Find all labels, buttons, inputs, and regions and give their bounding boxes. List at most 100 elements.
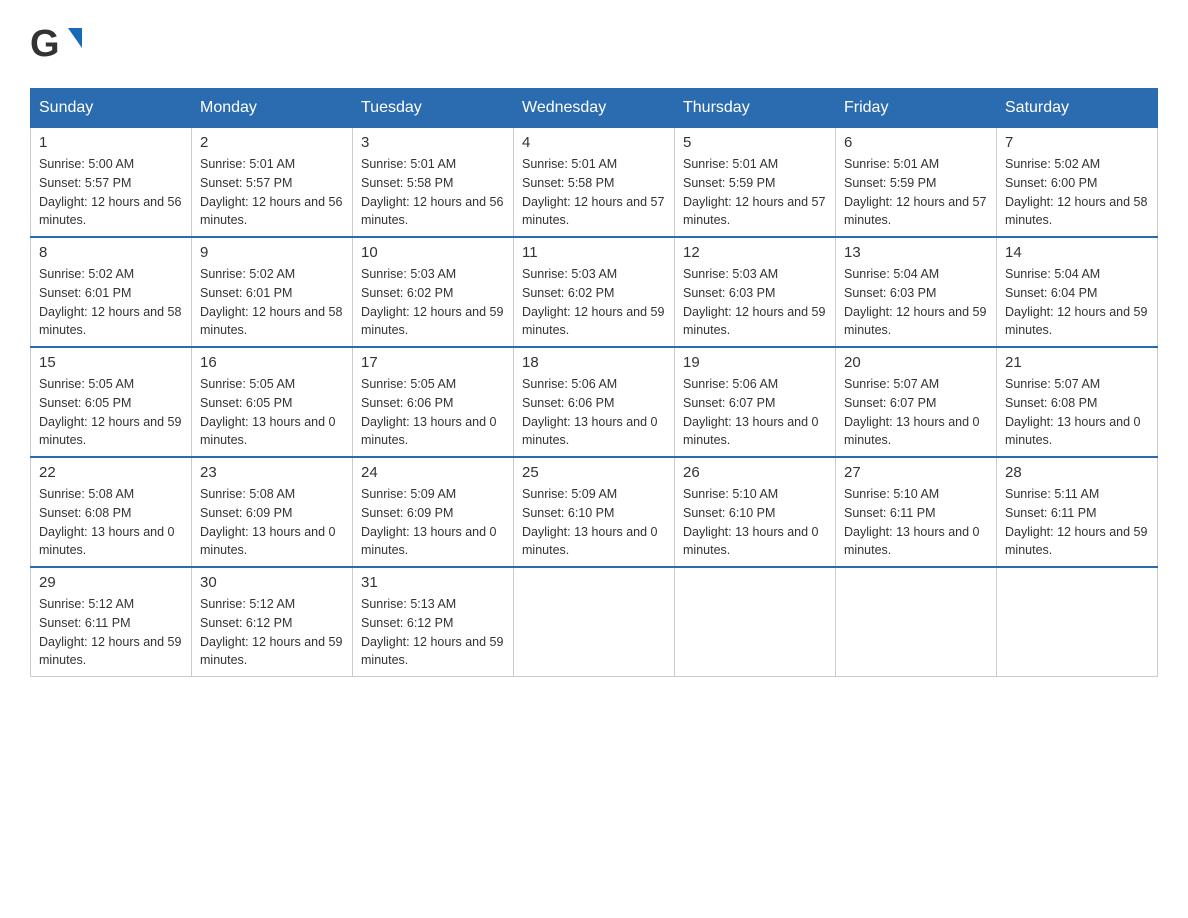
sunrise-label: Sunrise: 5:01 AM (522, 157, 617, 171)
day-number: 15 (39, 354, 183, 371)
calendar-cell: 24 Sunrise: 5:09 AM Sunset: 6:09 PM Dayl… (353, 457, 514, 567)
sunset-label: Sunset: 6:00 PM (1005, 176, 1097, 190)
calendar-cell: 26 Sunrise: 5:10 AM Sunset: 6:10 PM Dayl… (675, 457, 836, 567)
calendar-cell: 25 Sunrise: 5:09 AM Sunset: 6:10 PM Dayl… (514, 457, 675, 567)
day-info: Sunrise: 5:08 AM Sunset: 6:08 PM Dayligh… (39, 485, 183, 560)
day-number: 6 (844, 134, 988, 151)
sunrise-label: Sunrise: 5:01 AM (200, 157, 295, 171)
day-info: Sunrise: 5:11 AM Sunset: 6:11 PM Dayligh… (1005, 485, 1149, 560)
calendar-cell: 1 Sunrise: 5:00 AM Sunset: 5:57 PM Dayli… (31, 128, 192, 238)
sunrise-label: Sunrise: 5:06 AM (683, 377, 778, 391)
logo: G (30, 20, 82, 68)
calendar-cell: 19 Sunrise: 5:06 AM Sunset: 6:07 PM Dayl… (675, 347, 836, 457)
day-number: 10 (361, 244, 505, 261)
sunrise-label: Sunrise: 5:09 AM (522, 487, 617, 501)
sunset-label: Sunset: 6:10 PM (522, 506, 614, 520)
calendar-cell: 11 Sunrise: 5:03 AM Sunset: 6:02 PM Dayl… (514, 237, 675, 347)
day-number: 17 (361, 354, 505, 371)
day-info: Sunrise: 5:02 AM Sunset: 6:00 PM Dayligh… (1005, 155, 1149, 230)
sunrise-label: Sunrise: 5:10 AM (844, 487, 939, 501)
sunset-label: Sunset: 5:57 PM (39, 176, 131, 190)
day-number: 25 (522, 464, 666, 481)
day-number: 20 (844, 354, 988, 371)
day-info: Sunrise: 5:02 AM Sunset: 6:01 PM Dayligh… (39, 265, 183, 340)
daylight-label: Daylight: 13 hours and 0 minutes. (200, 525, 336, 558)
sunrise-label: Sunrise: 5:12 AM (200, 597, 295, 611)
daylight-label: Daylight: 13 hours and 0 minutes. (522, 525, 658, 558)
day-number: 18 (522, 354, 666, 371)
sunset-label: Sunset: 6:06 PM (361, 396, 453, 410)
daylight-label: Daylight: 13 hours and 0 minutes. (361, 415, 497, 448)
sunset-label: Sunset: 6:02 PM (522, 286, 614, 300)
sunset-label: Sunset: 6:11 PM (1005, 506, 1097, 520)
sunrise-label: Sunrise: 5:09 AM (361, 487, 456, 501)
sunset-label: Sunset: 5:58 PM (522, 176, 614, 190)
sunset-label: Sunset: 6:09 PM (200, 506, 292, 520)
sunset-label: Sunset: 6:04 PM (1005, 286, 1097, 300)
sunrise-label: Sunrise: 5:04 AM (1005, 267, 1100, 281)
day-number: 28 (1005, 464, 1149, 481)
day-number: 12 (683, 244, 827, 261)
sunset-label: Sunset: 6:10 PM (683, 506, 775, 520)
daylight-label: Daylight: 12 hours and 58 minutes. (1005, 195, 1147, 228)
day-info: Sunrise: 5:01 AM Sunset: 5:59 PM Dayligh… (683, 155, 827, 230)
daylight-label: Daylight: 12 hours and 57 minutes. (522, 195, 664, 228)
day-number: 13 (844, 244, 988, 261)
day-info: Sunrise: 5:03 AM Sunset: 6:03 PM Dayligh… (683, 265, 827, 340)
calendar-cell: 8 Sunrise: 5:02 AM Sunset: 6:01 PM Dayli… (31, 237, 192, 347)
sunset-label: Sunset: 6:11 PM (844, 506, 936, 520)
calendar-cell: 23 Sunrise: 5:08 AM Sunset: 6:09 PM Dayl… (192, 457, 353, 567)
day-info: Sunrise: 5:05 AM Sunset: 6:06 PM Dayligh… (361, 375, 505, 450)
sunrise-label: Sunrise: 5:07 AM (844, 377, 939, 391)
daylight-label: Daylight: 12 hours and 59 minutes. (361, 635, 503, 668)
calendar-cell: 3 Sunrise: 5:01 AM Sunset: 5:58 PM Dayli… (353, 128, 514, 238)
day-info: Sunrise: 5:05 AM Sunset: 6:05 PM Dayligh… (200, 375, 344, 450)
sunrise-label: Sunrise: 5:02 AM (39, 267, 134, 281)
calendar-cell: 20 Sunrise: 5:07 AM Sunset: 6:07 PM Dayl… (836, 347, 997, 457)
daylight-label: Daylight: 13 hours and 0 minutes. (522, 415, 658, 448)
day-number: 23 (200, 464, 344, 481)
day-info: Sunrise: 5:07 AM Sunset: 6:08 PM Dayligh… (1005, 375, 1149, 450)
day-header-tuesday: Tuesday (353, 89, 514, 128)
sunset-label: Sunset: 5:58 PM (361, 176, 453, 190)
daylight-label: Daylight: 12 hours and 59 minutes. (39, 635, 181, 668)
calendar-cell: 12 Sunrise: 5:03 AM Sunset: 6:03 PM Dayl… (675, 237, 836, 347)
day-info: Sunrise: 5:06 AM Sunset: 6:06 PM Dayligh… (522, 375, 666, 450)
sunrise-label: Sunrise: 5:12 AM (39, 597, 134, 611)
day-info: Sunrise: 5:01 AM Sunset: 5:58 PM Dayligh… (361, 155, 505, 230)
calendar-cell: 15 Sunrise: 5:05 AM Sunset: 6:05 PM Dayl… (31, 347, 192, 457)
sunrise-label: Sunrise: 5:03 AM (683, 267, 778, 281)
calendar-cell: 14 Sunrise: 5:04 AM Sunset: 6:04 PM Dayl… (997, 237, 1158, 347)
calendar-cell: 9 Sunrise: 5:02 AM Sunset: 6:01 PM Dayli… (192, 237, 353, 347)
calendar-week-row: 15 Sunrise: 5:05 AM Sunset: 6:05 PM Dayl… (31, 347, 1158, 457)
calendar-cell (836, 567, 997, 677)
day-info: Sunrise: 5:10 AM Sunset: 6:11 PM Dayligh… (844, 485, 988, 560)
sunrise-label: Sunrise: 5:00 AM (39, 157, 134, 171)
sunrise-label: Sunrise: 5:01 AM (683, 157, 778, 171)
daylight-label: Daylight: 12 hours and 59 minutes. (1005, 305, 1147, 338)
daylight-label: Daylight: 13 hours and 0 minutes. (683, 415, 819, 448)
sunrise-label: Sunrise: 5:10 AM (683, 487, 778, 501)
calendar-cell: 21 Sunrise: 5:07 AM Sunset: 6:08 PM Dayl… (997, 347, 1158, 457)
day-number: 31 (361, 574, 505, 591)
calendar-cell: 18 Sunrise: 5:06 AM Sunset: 6:06 PM Dayl… (514, 347, 675, 457)
day-info: Sunrise: 5:01 AM Sunset: 5:57 PM Dayligh… (200, 155, 344, 230)
calendar-header-row: SundayMondayTuesdayWednesdayThursdayFrid… (31, 89, 1158, 128)
sunrise-label: Sunrise: 5:01 AM (361, 157, 456, 171)
sunset-label: Sunset: 6:07 PM (844, 396, 936, 410)
day-number: 3 (361, 134, 505, 151)
day-header-saturday: Saturday (997, 89, 1158, 128)
day-info: Sunrise: 5:06 AM Sunset: 6:07 PM Dayligh… (683, 375, 827, 450)
day-header-friday: Friday (836, 89, 997, 128)
day-info: Sunrise: 5:13 AM Sunset: 6:12 PM Dayligh… (361, 595, 505, 670)
day-info: Sunrise: 5:08 AM Sunset: 6:09 PM Dayligh… (200, 485, 344, 560)
calendar-cell (675, 567, 836, 677)
sunrise-label: Sunrise: 5:03 AM (361, 267, 456, 281)
day-number: 14 (1005, 244, 1149, 261)
daylight-label: Daylight: 12 hours and 59 minutes. (844, 305, 986, 338)
calendar-cell: 30 Sunrise: 5:12 AM Sunset: 6:12 PM Dayl… (192, 567, 353, 677)
daylight-label: Daylight: 13 hours and 0 minutes. (39, 525, 175, 558)
sunset-label: Sunset: 6:09 PM (361, 506, 453, 520)
day-number: 7 (1005, 134, 1149, 151)
day-info: Sunrise: 5:09 AM Sunset: 6:09 PM Dayligh… (361, 485, 505, 560)
